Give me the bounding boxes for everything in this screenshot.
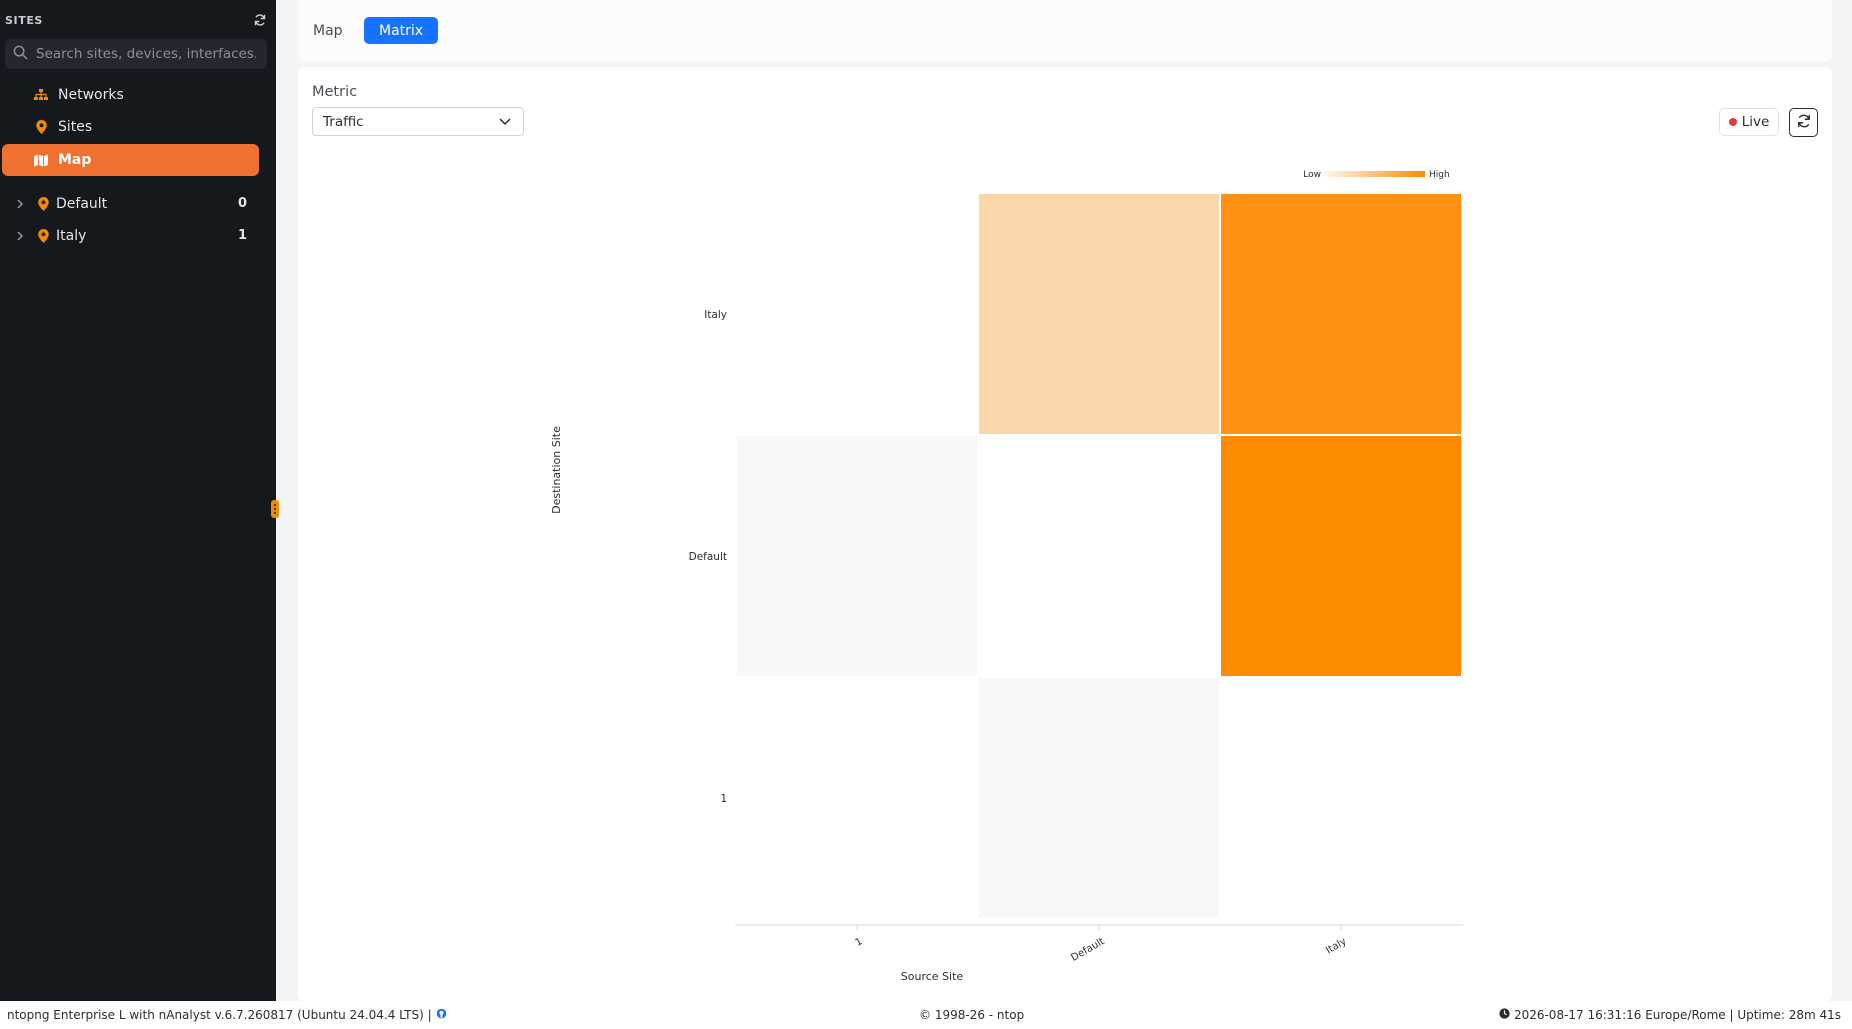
- heatmap-cell: [737, 436, 977, 676]
- tab-map[interactable]: Map: [298, 17, 358, 44]
- sidebar-item-networks[interactable]: Networks: [2, 79, 259, 111]
- sidebar: SITES Networks Sites Map Def: [0, 0, 279, 1001]
- search-input[interactable]: [36, 46, 256, 62]
- sidebar-item-label: Sites: [58, 119, 93, 135]
- status-datetime: 2026-08-17 16:31:16 Europe/Rome | Uptime…: [1513, 1008, 1841, 1022]
- tab-matrix[interactable]: Matrix: [364, 17, 439, 44]
- footer-right: 2026-08-17 16:31:16 Europe/Rome | Uptime…: [1499, 1008, 1841, 1022]
- heatmap-cell: [979, 194, 1219, 434]
- sitemap-icon: [34, 88, 48, 102]
- legend-color-scale: [1325, 171, 1425, 177]
- x-tick-label: Default: [1069, 936, 1106, 964]
- chevron-right-icon[interactable]: [14, 229, 26, 243]
- y-tick-label: Default: [689, 551, 727, 563]
- chevron-right-icon[interactable]: [14, 197, 26, 211]
- y-tick-label: Italy: [704, 309, 727, 321]
- heatmap-cell: [1221, 194, 1461, 434]
- tree-item-label: Default: [56, 196, 108, 212]
- sidebar-item-label: Networks: [58, 87, 124, 103]
- footer: ntopng Enterprise L with nAnalyst v.6.7.…: [0, 1001, 1852, 1029]
- map-marker-icon: [36, 229, 50, 243]
- x-tick-label: 1: [853, 936, 864, 949]
- tree-item-italy[interactable]: Italy 1: [2, 220, 259, 252]
- sidebar-title: SITES: [5, 13, 43, 27]
- sidebar-search: [5, 39, 267, 69]
- tree-item-count: 0: [237, 196, 247, 211]
- heatmap-cell: [737, 194, 977, 434]
- heatmap-cell: [979, 436, 1219, 676]
- sidebar-resize-handle[interactable]: [271, 500, 279, 518]
- y-axis-title: Destination Site: [550, 426, 563, 514]
- matrix-panel: Metric Traffic Live 1 Default Italy Italy De…: [298, 67, 1832, 1001]
- copyright-text: © 1998-26 - ntop: [919, 1008, 1025, 1022]
- map-icon: [34, 153, 48, 167]
- sidebar-item-sites[interactable]: Sites: [2, 111, 259, 143]
- clock-icon: [1499, 1008, 1510, 1022]
- map-marker-icon: [34, 120, 48, 134]
- heatmap-cell: [979, 678, 1219, 918]
- search-icon: [13, 45, 28, 64]
- map-marker-icon: [36, 197, 50, 211]
- heatmap-cell: [1221, 678, 1461, 918]
- heatmap-cell: [737, 678, 977, 918]
- legend-high-label: High: [1429, 170, 1450, 180]
- sidebar-refresh-icon[interactable]: [253, 13, 267, 27]
- sidebar-item-map[interactable]: Map: [2, 144, 259, 176]
- sidebar-header: SITES: [5, 12, 267, 28]
- footer-left: ntopng Enterprise L with nAnalyst v.6.7.…: [7, 1008, 447, 1022]
- github-icon[interactable]: [436, 1008, 447, 1022]
- view-tabs: Map Matrix: [298, 0, 1832, 62]
- version-text: ntopng Enterprise L with nAnalyst v.6.7.…: [7, 1008, 432, 1022]
- tree-item-label: Italy: [56, 228, 87, 244]
- x-axis-title: Source Site: [901, 970, 964, 983]
- tree-item-default[interactable]: Default 0: [2, 188, 259, 220]
- traffic-matrix-heatmap: 1 Default Italy Italy Default 1 Low High Sour…: [550, 170, 1463, 983]
- x-tick-label: Italy: [1324, 936, 1348, 956]
- legend-low-label: Low: [1303, 170, 1321, 180]
- heatmap-cell: [1221, 436, 1461, 676]
- sidebar-item-label: Map: [58, 152, 92, 168]
- y-tick-label: 1: [720, 793, 727, 805]
- tree-item-count: 1: [237, 228, 247, 243]
